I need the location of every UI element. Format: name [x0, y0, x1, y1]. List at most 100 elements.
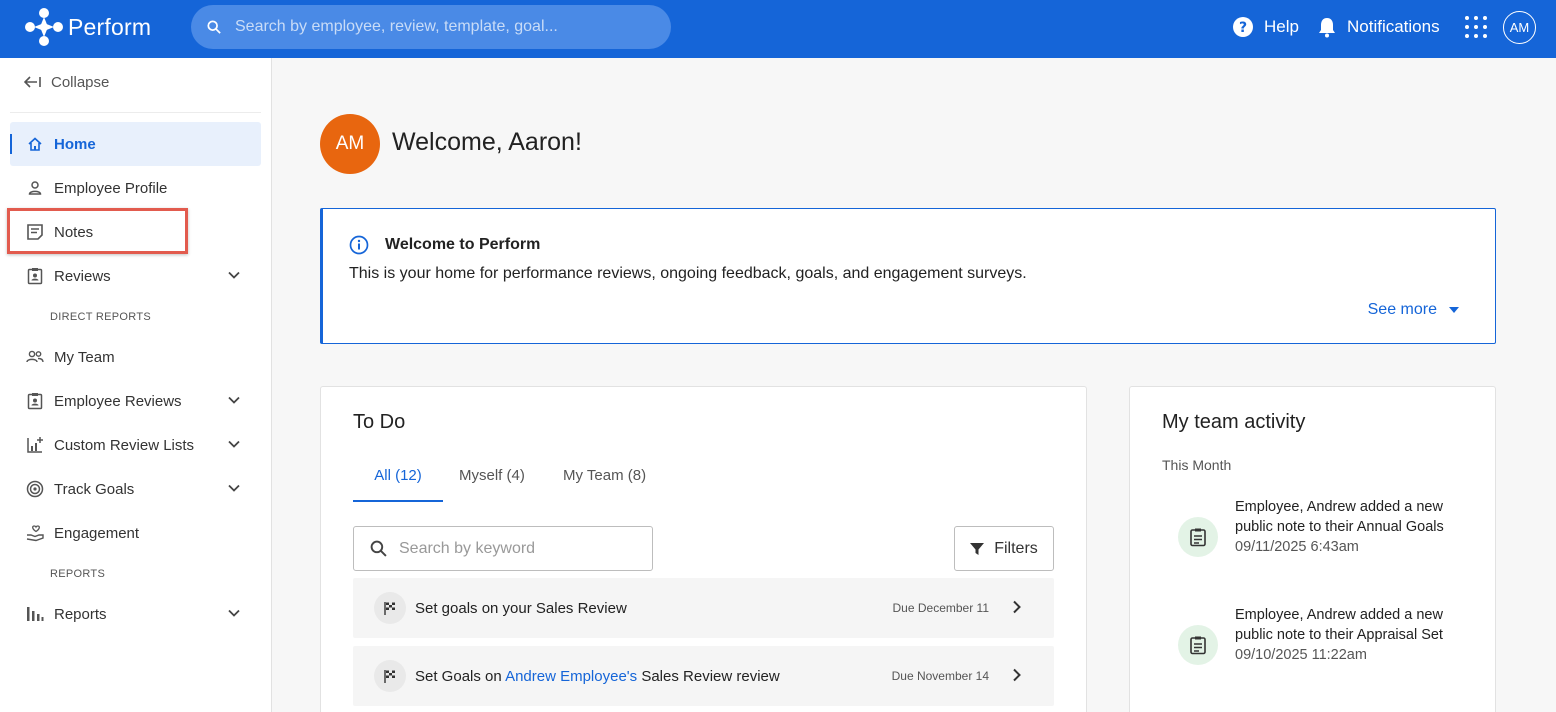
help-label: Help: [1264, 17, 1299, 36]
sidebar-item-label: Reviews: [54, 267, 111, 285]
perform-logo[interactable]: Perform: [24, 6, 151, 48]
task-text: Set goals on your Sales Review: [415, 599, 627, 617]
top-navigation-bar: Perform ? Help Notifications AM: [0, 0, 1556, 58]
tab-myself[interactable]: Myself (4): [459, 459, 525, 502]
chevron-right-icon: [1013, 600, 1021, 614]
sidebar-item-reports[interactable]: Reports: [10, 592, 261, 636]
sidebar-item-home[interactable]: Home: [10, 122, 261, 166]
tab-label: All (12): [374, 467, 422, 484]
collapse-arrow-icon: [24, 76, 41, 88]
tab-label: My Team (8): [563, 467, 647, 484]
home-icon: [26, 135, 44, 153]
todo-task-row[interactable]: Set goals on your Sales Review Due Decem…: [353, 578, 1054, 638]
svg-text:?: ?: [1239, 20, 1247, 36]
activity-timestamp: 09/11/2025 6:43am: [1235, 539, 1359, 555]
person-icon: [26, 179, 44, 197]
employee-link[interactable]: Andrew Employee's: [505, 668, 637, 685]
team-icon: [26, 348, 44, 366]
search-icon: [207, 20, 221, 34]
sidebar-item-employee-profile[interactable]: Employee Profile: [10, 166, 261, 210]
sidebar-item-track-goals[interactable]: Track Goals: [10, 467, 261, 511]
chevron-down-icon[interactable]: [227, 437, 241, 451]
filters-button[interactable]: Filters: [954, 526, 1054, 571]
sidebar-item-notes[interactable]: Notes: [10, 210, 261, 254]
help-link[interactable]: ? Help: [1232, 16, 1299, 38]
sidebar-item-label: Employee Reviews: [54, 392, 182, 410]
search-icon: [370, 540, 387, 557]
help-icon: ?: [1233, 17, 1253, 37]
perform-logo-icon: [25, 8, 63, 46]
sidebar-item-label: Engagement: [54, 524, 140, 542]
todo-title: To Do: [353, 411, 406, 433]
caret-down-icon: [1449, 307, 1459, 313]
direct-reports-heading: DIRECT REPORTS: [50, 311, 151, 323]
task-due-date: Due December 11: [892, 601, 990, 615]
clipboard-icon: [26, 392, 44, 410]
sidebar-item-my-team[interactable]: My Team: [10, 335, 261, 379]
info-icon: [349, 235, 369, 255]
clipboard-icon: [26, 267, 44, 285]
collapse-button[interactable]: Collapse: [24, 72, 109, 92]
page-title: Welcome, Aaron!: [392, 128, 582, 156]
tab-all[interactable]: All (12): [353, 459, 443, 502]
todo-card: To Do All (12) Myself (4) My Team (8) Fi…: [320, 386, 1087, 712]
sidebar-item-label: Custom Review Lists: [54, 436, 195, 454]
keyword-search-input[interactable]: [399, 539, 639, 558]
app-name: Perform: [68, 13, 152, 40]
welcome-avatar: AM: [320, 114, 380, 174]
chevron-down-icon[interactable]: [227, 393, 241, 407]
activity-text: Employee, Andrew added a new public note…: [1235, 607, 1443, 643]
task-label: Set goals on your Sales Review: [415, 600, 627, 617]
sidebar-item-label: My Team: [54, 348, 115, 366]
chevron-down-icon[interactable]: [227, 268, 241, 282]
notes-icon: [26, 223, 44, 241]
task-due-date: Due November 14: [891, 669, 989, 683]
notifications-link[interactable]: Notifications: [1317, 16, 1440, 38]
collapse-label: Collapse: [51, 73, 110, 91]
chevron-down-icon[interactable]: [227, 606, 241, 620]
chart-add-icon: [26, 436, 44, 454]
info-card-title: Welcome to Perform: [385, 236, 541, 253]
activity-text: Employee, Andrew added a new public note…: [1235, 499, 1444, 535]
global-search-input[interactable]: [235, 18, 635, 36]
notifications-label: Notifications: [1347, 17, 1440, 36]
todo-task-row[interactable]: Set Goals on Andrew Employee's Sales Rev…: [353, 646, 1054, 706]
chevron-right-icon: [1013, 668, 1021, 682]
tab-label: Myself (4): [459, 467, 525, 484]
checkered-flag-icon: [374, 660, 406, 692]
sidebar-item-employee-reviews[interactable]: Employee Reviews: [10, 379, 261, 423]
global-search[interactable]: [191, 5, 671, 49]
note-clipboard-icon: [1178, 625, 1218, 665]
task-text: Sales Review review: [637, 667, 780, 685]
apps-grid-icon[interactable]: [1465, 16, 1487, 38]
sidebar-item-label: Employee Profile: [54, 179, 168, 197]
note-clipboard-icon: [1178, 517, 1218, 557]
sidebar-item-custom-review-lists[interactable]: Custom Review Lists: [10, 423, 261, 467]
sidebar-item-reviews[interactable]: Reviews: [10, 254, 261, 298]
tab-my-team[interactable]: My Team (8): [563, 459, 646, 502]
welcome-info-card: Welcome to Perform This is your home for…: [320, 208, 1496, 344]
task-label: Set Goals on Andrew Employee's Sales Rev…: [415, 668, 780, 685]
see-more-label: See more: [1367, 301, 1437, 318]
team-activity-card: My team activity This Month Employee, An…: [1129, 386, 1496, 712]
activity-timestamp: 09/10/2025 11:22am: [1235, 647, 1367, 663]
bar-chart-icon: [26, 605, 44, 623]
target-icon: [26, 480, 44, 498]
bell-icon: [1319, 18, 1335, 38]
filters-label: Filters: [994, 539, 1038, 557]
keyword-search[interactable]: [353, 526, 653, 571]
sidebar-item-engagement[interactable]: Engagement: [10, 511, 261, 555]
chevron-down-icon[interactable]: [227, 481, 241, 495]
filter-icon: [970, 542, 985, 555]
reports-heading: REPORTS: [50, 568, 106, 580]
sidebar-item-label: Home: [54, 135, 96, 153]
activity-title: My team activity: [1162, 411, 1306, 433]
see-more-button[interactable]: See more: [1368, 301, 1459, 319]
checkered-flag-icon: [374, 592, 406, 624]
hand-heart-icon: [26, 524, 44, 542]
sidebar-item-label: Track Goals: [54, 480, 135, 498]
user-avatar[interactable]: AM: [1503, 11, 1536, 44]
sidebar-item-label: Reports: [54, 605, 107, 623]
activity-period: This Month: [1162, 457, 1232, 473]
sidebar-item-label: Notes: [54, 223, 94, 241]
